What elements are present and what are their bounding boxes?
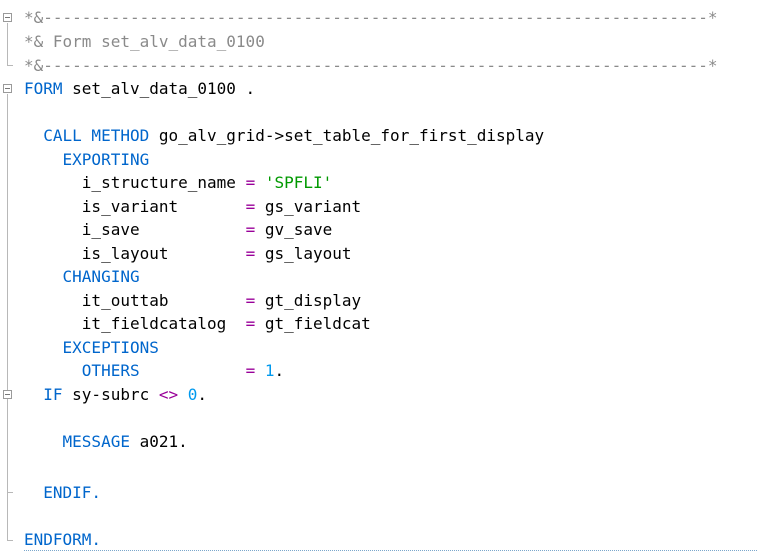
fold-collapse-icon[interactable]	[3, 13, 12, 22]
comment-separator-line: *&--------------------------------------…	[24, 56, 718, 75]
form-statement-line: FORM set_alv_data_0100 .	[24, 77, 255, 100]
endform-line: ENDFORM.	[24, 528, 101, 551]
param-name: i_structure_name	[81, 173, 236, 192]
param-value: gv_save	[264, 220, 333, 239]
exceptions-line: EXCEPTIONS	[24, 336, 159, 359]
param-line: it_fieldcatalog = gt_fieldcat	[24, 312, 371, 335]
message-value: a021.	[129, 432, 188, 451]
exporting-keyword: EXPORTING	[62, 150, 150, 169]
form-name: set_alv_data_0100 .	[62, 79, 256, 98]
comment-separator-line: *&--------------------------------------…	[24, 8, 718, 27]
assign-operator: =	[245, 173, 256, 192]
endif-line: ENDIF.	[24, 481, 101, 504]
comment-form-title: *& Form set_alv_data_0100	[24, 32, 265, 51]
exceptions-keyword: EXCEPTIONS	[62, 338, 159, 357]
if-field: sy-subrc	[62, 385, 159, 404]
fold-end-tick	[7, 540, 13, 541]
param-line: i_structure_name = 'SPFLI'	[24, 171, 332, 194]
param-line: i_save = gv_save	[24, 218, 332, 241]
fold-guide-line	[7, 23, 8, 65]
message-line: MESSAGE a021.	[24, 430, 188, 453]
param-name: is_layout	[81, 244, 236, 263]
assign-operator: =	[245, 314, 256, 333]
current-line-indicator	[24, 550, 757, 551]
assign-operator: =	[245, 361, 256, 380]
method-target: go_alv_grid->set_table_for_first_display	[149, 126, 545, 145]
compare-number: 0	[187, 385, 198, 404]
param-value: gt_fieldcat	[264, 314, 371, 333]
param-name: it_outtab	[81, 291, 236, 310]
param-value: gs_variant	[264, 197, 362, 216]
param-name: i_save	[81, 220, 236, 239]
form-keyword: FORM	[24, 79, 63, 98]
endif-keyword: ENDIF.	[43, 483, 102, 502]
assign-operator: =	[245, 220, 256, 239]
not-equal-operator: <>	[158, 385, 179, 404]
assign-operator: =	[245, 244, 256, 263]
message-keyword: MESSAGE	[62, 432, 130, 451]
changing-keyword: CHANGING	[62, 267, 140, 286]
if-keyword: IF	[43, 385, 63, 404]
param-value-string: 'SPFLI'	[264, 173, 333, 192]
fold-collapse-icon[interactable]	[3, 390, 12, 399]
others-keyword: OTHERS	[81, 361, 140, 380]
statement-terminator: .	[197, 385, 208, 404]
if-statement-line: IF sy-subrc <> 0.	[24, 383, 207, 406]
param-value: gt_display	[264, 291, 362, 310]
fold-end-tick	[7, 65, 13, 66]
endform-keyword: ENDFORM.	[24, 530, 102, 549]
call-method-keyword: CALL METHOD	[43, 126, 150, 145]
call-method-line: CALL METHOD go_alv_grid->set_table_for_f…	[24, 124, 544, 147]
statement-terminator: .	[274, 361, 285, 380]
param-name: it_fieldcatalog	[81, 314, 236, 333]
param-value: gs_layout	[264, 244, 352, 263]
others-line: OTHERS = 1.	[24, 359, 284, 382]
param-name: is_variant	[81, 197, 236, 216]
fold-guide-line	[7, 94, 8, 540]
assign-operator: =	[245, 291, 256, 310]
fold-end-tick	[7, 492, 13, 493]
param-line: it_outtab = gt_display	[24, 289, 361, 312]
changing-line: CHANGING	[24, 265, 140, 288]
fold-collapse-icon[interactable]	[3, 84, 12, 93]
exporting-line: EXPORTING	[24, 148, 150, 171]
param-line: is_layout = gs_layout	[24, 242, 352, 265]
assign-operator: =	[245, 197, 256, 216]
abap-code-editor[interactable]: *&--------------------------------------…	[0, 0, 757, 559]
param-line: is_variant = gs_variant	[24, 195, 361, 218]
